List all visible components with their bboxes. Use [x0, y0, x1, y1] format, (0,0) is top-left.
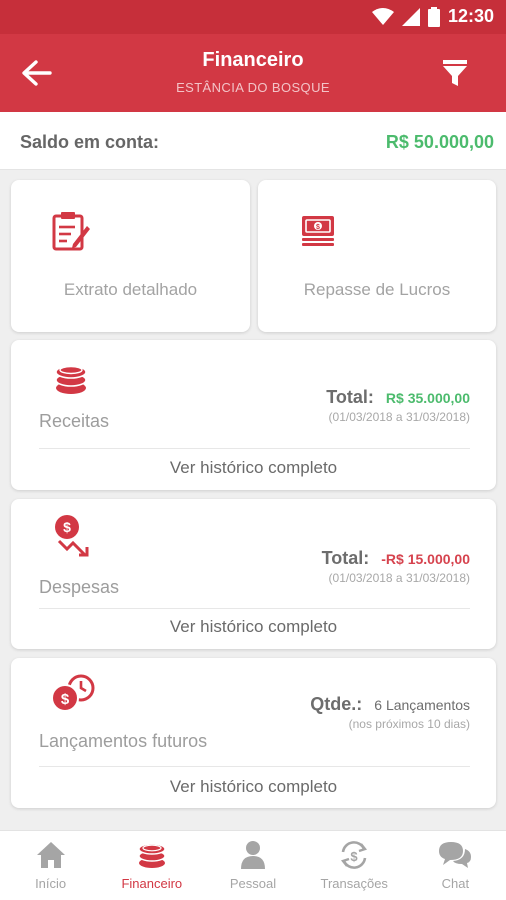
page-title: Financeiro	[202, 49, 304, 71]
despesas-summary: Total: -R$ 15.000,00 (01/03/2018 a 31/03…	[322, 548, 470, 585]
app-bar: Financeiro ESTÂNCIA DO BOSQUE	[0, 34, 506, 112]
balance-bar: Saldo em conta: R$ 50.000,00	[0, 112, 506, 170]
svg-text:$: $	[316, 224, 320, 231]
divider	[39, 766, 470, 767]
card-despesas[interactable]: $ Despesas Total: -R$ 15.000,00 (01/03/2…	[11, 499, 496, 649]
lancamentos-period: (nos próximos 10 dias)	[348, 717, 470, 731]
battery-icon	[427, 6, 440, 27]
svg-text:$: $	[61, 691, 70, 708]
despesas-amount: -R$ 15.000,00	[381, 551, 470, 567]
lancamentos-label: Lançamentos futuros	[39, 731, 208, 751]
card-repasse[interactable]: $ Repasse de Lucros	[258, 180, 496, 332]
tab-financeiro-label: Financeiro	[121, 876, 183, 891]
tab-transacoes[interactable]: $ Transações	[304, 831, 405, 900]
tab-financeiro[interactable]: Financeiro	[101, 831, 202, 900]
tab-chat-label: Chat	[441, 876, 470, 891]
receitas-label: Receitas	[39, 411, 110, 431]
tab-inicio[interactable]: Início	[0, 831, 101, 900]
chat-icon	[439, 842, 472, 868]
wifi-icon	[371, 7, 394, 25]
tab-pessoal-label: Pessoal	[229, 876, 277, 891]
tab-transacoes-label: Transações	[320, 876, 388, 891]
tab-chat[interactable]: Chat	[405, 831, 506, 900]
balance-label: Saldo em conta:	[20, 132, 160, 152]
money-stack-icon: $	[302, 216, 334, 246]
coins-stack-icon	[55, 365, 87, 394]
despesas-total-label: Total:	[321, 548, 370, 568]
tab-inicio-label: Início	[35, 876, 67, 891]
despesas-period: (01/03/2018 a 31/03/2018)	[328, 571, 470, 585]
transactions-icon: $	[341, 841, 368, 869]
receitas-history-link[interactable]: Ver histórico completo	[11, 458, 496, 478]
receitas-total-label: Total:	[326, 387, 374, 407]
lancamentos-qty: 6 Lançamentos	[374, 697, 470, 713]
person-icon	[241, 841, 265, 869]
receitas-amount: R$ 35.000,00	[385, 390, 470, 406]
card-lancamentos[interactable]: $ Lançamentos futuros Qtde.: 6 Lançament…	[11, 658, 496, 808]
receitas-summary: Total: R$ 35.000,00 (01/03/2018 a 31/03/…	[326, 387, 470, 424]
divider	[39, 448, 470, 449]
clipboard-edit-icon	[52, 212, 90, 251]
card-repasse-label: Repasse de Lucros	[303, 280, 451, 299]
card-extrato-label: Extrato detalhado	[63, 280, 198, 299]
card-extrato[interactable]: Extrato detalhado	[11, 180, 250, 332]
svg-text:$: $	[351, 849, 359, 864]
home-icon	[36, 842, 65, 868]
money-clock-icon: $	[51, 674, 95, 712]
receitas-period: (01/03/2018 a 31/03/2018)	[328, 410, 470, 424]
filter-icon[interactable]	[442, 58, 468, 88]
lancamentos-qty-label: Qtde.:	[310, 694, 363, 714]
despesas-label: Despesas	[39, 577, 120, 597]
page-subtitle: ESTÂNCIA DO BOSQUE	[176, 80, 330, 95]
card-receitas[interactable]: Receitas Total: R$ 35.000,00 (01/03/2018…	[11, 340, 496, 490]
status-time: 12:30	[447, 6, 494, 26]
lancamentos-history-link[interactable]: Ver histórico completo	[11, 777, 496, 797]
tab-pessoal[interactable]: Pessoal	[202, 831, 303, 900]
signal-icon	[401, 7, 420, 26]
status-bar: 12:30	[0, 0, 506, 34]
money-down-icon: $	[55, 515, 89, 557]
coins-icon	[138, 843, 166, 868]
despesas-history-link[interactable]: Ver histórico completo	[11, 617, 496, 637]
svg-text:$: $	[63, 519, 71, 535]
divider	[39, 608, 470, 609]
bottom-tab-bar: Início Financeiro Pessoal $ Transações C…	[0, 830, 506, 900]
balance-value: R$ 50.000,00	[385, 132, 494, 152]
lancamentos-summary: Qtde.: 6 Lançamentos (nos próximos 10 di…	[310, 694, 470, 731]
